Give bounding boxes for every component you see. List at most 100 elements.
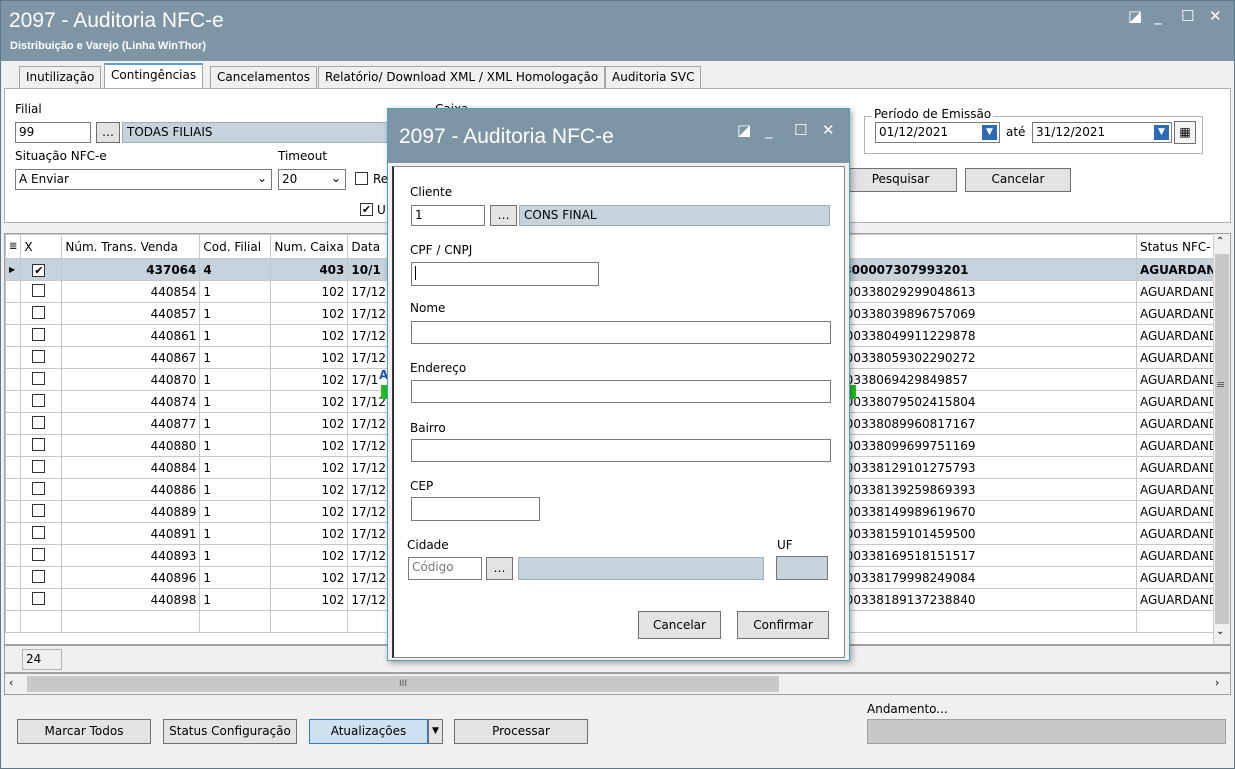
cidade-lookup-button[interactable]: … <box>486 557 513 580</box>
col-header-filial[interactable]: Cod. Filial <box>199 234 272 259</box>
status-configuracao-button[interactable]: Status Configuração <box>163 719 297 744</box>
nome-input[interactable] <box>411 321 831 344</box>
row-checkbox-box[interactable] <box>32 591 46 605</box>
cidade-code-input[interactable]: Código <box>408 557 482 580</box>
cancelar-filter-button[interactable]: Cancelar <box>965 168 1071 192</box>
row-checkbox-box[interactable] <box>32 305 46 319</box>
row-checkbox[interactable] <box>20 588 63 611</box>
atualizacoes-dropdown-icon[interactable]: ▼ <box>428 719 443 744</box>
restore-icon[interactable]: ◪ <box>1128 7 1142 25</box>
col-header-x[interactable]: X <box>20 234 63 259</box>
scroll-left-icon[interactable]: ‹ <box>9 676 13 689</box>
tab-contingencias[interactable]: Contingências <box>104 63 204 89</box>
row-checkbox[interactable] <box>20 544 63 567</box>
row-checkbox-box[interactable] <box>32 503 46 517</box>
cliente-code-input[interactable]: 1 <box>411 205 485 226</box>
processar-button[interactable]: Processar <box>454 719 588 744</box>
row-checkbox-box[interactable] <box>32 525 46 539</box>
row-checkbox[interactable] <box>20 434 63 457</box>
row-checkbox[interactable] <box>20 302 63 325</box>
cell-filial: 1 <box>199 368 272 391</box>
tab-cancelamentos[interactable]: Cancelamentos <box>210 66 317 88</box>
grip-icon: ≡ <box>1216 378 1226 391</box>
row-checkbox-box[interactable]: ✔ <box>32 263 46 277</box>
horizontal-scrollbar[interactable]: ‹ III › <box>4 673 1231 695</box>
marcar-todos-button[interactable]: Marcar Todos <box>17 719 151 744</box>
dialog-cancelar-button[interactable]: Cancelar <box>638 611 721 639</box>
endereco-input[interactable] <box>411 380 831 403</box>
cell-filial: 1 <box>199 280 272 303</box>
row-checkbox[interactable] <box>20 280 63 303</box>
filial-lookup-button[interactable]: … <box>96 122 120 143</box>
re-checkbox[interactable] <box>355 172 368 185</box>
hscroll-thumb[interactable]: III <box>27 676 779 692</box>
dialog-confirmar-button[interactable]: Confirmar <box>737 611 829 639</box>
u-checkbox[interactable]: ✔ <box>360 203 373 216</box>
row-checkbox[interactable] <box>20 346 63 369</box>
vertical-scrollbar[interactable]: ⌃ ≡ ⌄ <box>1213 234 1230 644</box>
row-checkbox-box[interactable] <box>32 569 46 583</box>
row-checkbox[interactable] <box>20 368 63 391</box>
row-checkbox-box[interactable] <box>32 459 46 473</box>
maximize-icon[interactable]: ☐ <box>794 121 807 139</box>
row-checkbox-box[interactable] <box>32 415 46 429</box>
cep-input[interactable] <box>411 497 540 521</box>
data-inicio-input[interactable]: 01/12/2021 ▼ <box>875 122 1000 143</box>
tab-auditoria-svc[interactable]: Auditoria SVC <box>605 66 702 88</box>
row-checkbox[interactable] <box>20 390 63 413</box>
scroll-up-icon[interactable]: ⌃ <box>1216 236 1224 247</box>
row-checkbox-box[interactable] <box>32 349 46 363</box>
tab-relatorio[interactable]: Relatório/ Download XML / XML Homologaçã… <box>318 66 606 88</box>
cliente-lookup-button[interactable]: … <box>490 205 517 226</box>
bairro-input[interactable] <box>411 439 831 462</box>
pesquisar-button[interactable]: Pesquisar <box>844 168 957 192</box>
row-checkbox-box[interactable] <box>32 371 46 385</box>
maximize-icon[interactable]: ☐ <box>1181 7 1194 25</box>
col-header-caixa[interactable]: Num. Caixa <box>270 234 349 259</box>
col-header-status[interactable]: Status NFC- <box>1135 234 1223 259</box>
col-header-data[interactable]: Data <box>347 234 390 259</box>
cell-empty <box>347 610 390 633</box>
row-checkbox[interactable]: ✔ <box>20 258 63 281</box>
minimize-icon[interactable]: _ <box>765 121 773 139</box>
row-checkbox[interactable] <box>20 324 63 347</box>
row-checkbox-box[interactable] <box>32 393 46 407</box>
cell-filial: 1 <box>199 566 272 589</box>
row-checkbox[interactable] <box>20 456 63 479</box>
row-checkbox-box[interactable] <box>32 547 46 561</box>
scroll-down-icon[interactable]: ⌄ <box>1216 626 1224 637</box>
row-indicator <box>5 434 22 457</box>
row-checkbox-box[interactable] <box>32 481 46 495</box>
dropdown-arrow-icon[interactable]: ▼ <box>982 125 997 140</box>
cliente-label: Cliente <box>410 185 453 199</box>
close-icon[interactable]: ✕ <box>822 121 835 139</box>
row-checkbox-box[interactable] <box>32 283 46 297</box>
data-fim-input[interactable]: 31/12/2021 ▼ <box>1032 122 1172 143</box>
scroll-thumb[interactable]: ≡ <box>1215 254 1229 624</box>
situacao-select[interactable]: A Enviar ⌄ <box>15 169 272 190</box>
row-checkbox-box[interactable] <box>32 327 46 341</box>
tab-inutilizacao[interactable]: Inutilização <box>19 66 102 88</box>
cpf-input[interactable] <box>411 262 599 286</box>
row-checkbox-box[interactable] <box>32 437 46 451</box>
grid-menu-icon[interactable]: ≣ <box>5 234 22 259</box>
row-checkbox[interactable] <box>20 522 63 545</box>
row-checkbox[interactable] <box>20 412 63 435</box>
atualizacoes-button[interactable]: Atualizações <box>309 719 428 744</box>
row-checkbox[interactable] <box>20 500 63 523</box>
restore-icon[interactable]: ◪ <box>737 121 751 139</box>
col-header-trans[interactable]: Núm. Trans. Venda <box>61 234 201 259</box>
row-checkbox[interactable] <box>20 478 63 501</box>
dropdown-arrow-icon[interactable]: ▼ <box>1154 125 1169 140</box>
minimize-icon[interactable]: _ <box>1154 7 1162 25</box>
calendar-icon[interactable]: ▦ <box>1174 121 1196 144</box>
timeout-select[interactable]: 20 ⌄ <box>278 169 346 190</box>
filial-input[interactable]: 99 <box>15 122 91 143</box>
close-icon[interactable]: ✕ <box>1209 7 1222 25</box>
scroll-right-icon[interactable]: › <box>1215 676 1219 689</box>
dialog-title: 2097 - Auditoria NFC-e <box>399 125 614 148</box>
row-checkbox[interactable] <box>20 566 63 589</box>
cell-filial: 1 <box>199 588 272 611</box>
data-fim-value: 31/12/2021 <box>1036 125 1106 139</box>
row-indicator <box>5 522 22 545</box>
